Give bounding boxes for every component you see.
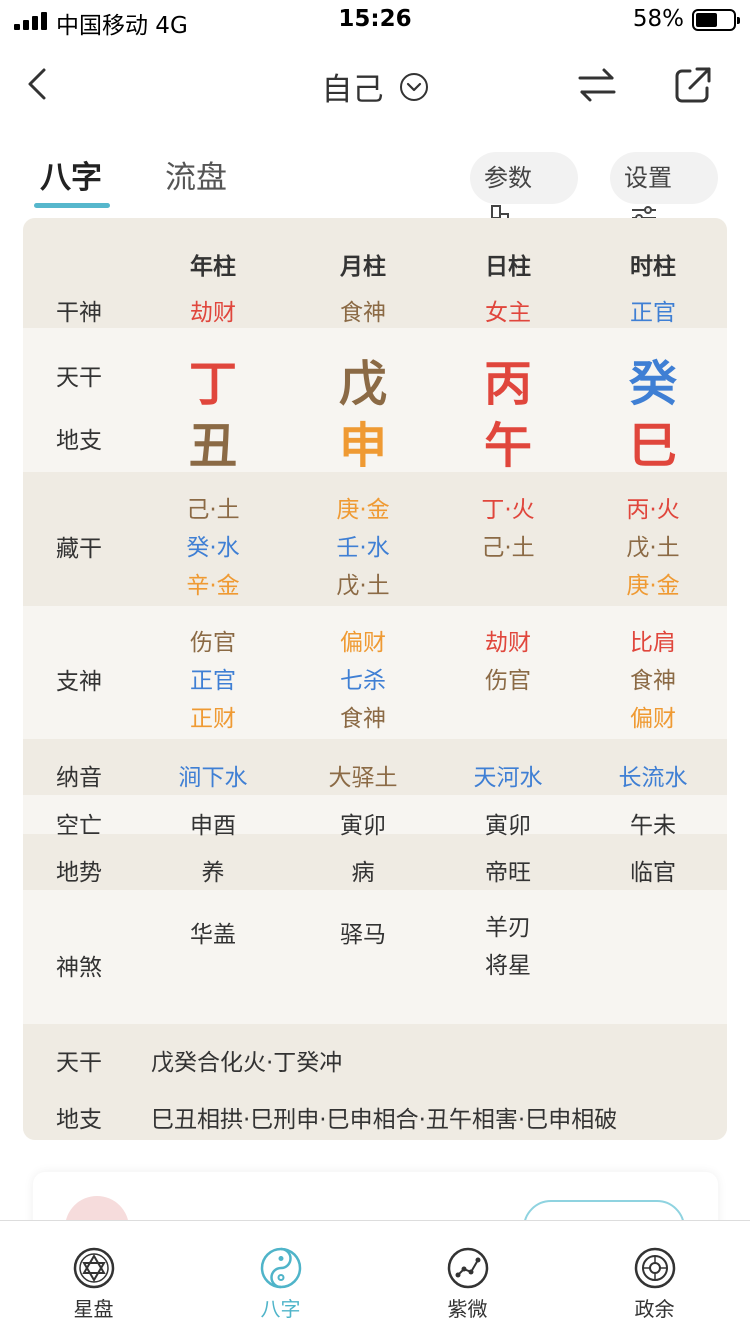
params-label: 参数 <box>484 164 532 192</box>
bottom-tab-bar: 星盘 八字 紫微 政余 <box>0 1220 750 1334</box>
zhishen-cell: 劫财 <box>485 630 531 656</box>
top-tabs: 八字 流盘 参数 设置 <box>0 140 750 231</box>
row-label-zanggan: 藏干 <box>56 536 102 562</box>
zhishen-cell: 伤官 <box>190 630 236 656</box>
bottom-tab-xingpan[interactable]: 星盘 <box>0 1221 187 1334</box>
status-bar: 中国移动 4G 15:26 58% <box>0 0 750 40</box>
bottom-tab-label: 紫微 <box>447 1297 488 1321</box>
shensha-cell: 华盖 <box>190 922 236 948</box>
kongwang-cell: 寅卯 <box>485 813 531 839</box>
column-header: 日柱 <box>485 254 531 280</box>
tiangan-cell: 癸 <box>628 356 677 412</box>
dishi-cell: 病 <box>351 860 375 886</box>
relation-label-dizhi: 地支 <box>56 1107 102 1133</box>
zhishen-cell: 正官 <box>190 668 236 694</box>
bottom-tab-bazi[interactable]: 八字 <box>187 1221 374 1334</box>
switch-arrows-icon[interactable] <box>578 67 616 103</box>
zhishen-cell: 伤官 <box>485 668 531 694</box>
dizhi-cell: 午 <box>483 418 532 474</box>
dishi-cell: 帝旺 <box>485 860 531 886</box>
dishi-cell: 养 <box>201 860 225 886</box>
zanggan-cell: 辛·金 <box>186 573 240 599</box>
column-header: 月柱 <box>340 254 386 280</box>
column-header: 年柱 <box>190 254 236 280</box>
zhishen-cell: 偏财 <box>630 706 676 732</box>
battery-icon <box>692 9 740 31</box>
dizhi-cell: 巳 <box>628 418 677 474</box>
column-header: 时柱 <box>630 254 676 280</box>
params-button[interactable]: 参数 <box>470 152 578 231</box>
zanggan-cell: 壬·水 <box>336 535 390 561</box>
kongwang-cell: 午未 <box>630 813 676 839</box>
bottom-tab-zhengyu[interactable]: 政余 <box>561 1221 748 1334</box>
zanggan-cell: 丙·火 <box>626 497 680 523</box>
share-icon[interactable] <box>674 66 712 104</box>
tab-liupan[interactable]: 流盘 <box>165 152 227 197</box>
ganshen-cell: 食神 <box>340 300 386 326</box>
ganshen-cell: 正官 <box>630 300 676 326</box>
zhishen-cell: 正财 <box>190 706 236 732</box>
ganshen-cell: 女主 <box>485 300 531 326</box>
bottom-tab-ziwei[interactable]: 紫微 <box>374 1221 561 1334</box>
row-label-dizhi: 地支 <box>56 428 102 454</box>
shensha-cell: 羊刃 <box>485 915 531 941</box>
nav-bar: 自己 <box>0 40 750 130</box>
zanggan-cell: 庚·金 <box>336 497 390 523</box>
shensha-cell: 驿马 <box>340 922 386 948</box>
active-tab-indicator <box>34 203 110 208</box>
dishi-cell: 临官 <box>630 860 676 886</box>
zanggan-cell: 丁·火 <box>481 497 535 523</box>
shensha-cell: 将星 <box>485 953 531 979</box>
profile-selector[interactable]: 自己 <box>0 64 750 109</box>
compass-wheel-icon <box>634 1247 676 1289</box>
zhishen-cell: 食神 <box>630 668 676 694</box>
tiangan-cell: 丙 <box>483 356 532 412</box>
zanggan-cell: 戊·土 <box>626 535 680 561</box>
row-label-tiangan: 天干 <box>56 365 102 391</box>
kongwang-cell: 寅卯 <box>340 813 386 839</box>
kongwang-cell: 申酉 <box>190 813 236 839</box>
zanggan-cell: 戊·土 <box>336 573 390 599</box>
zanggan-cell: 庚·金 <box>626 573 680 599</box>
bottom-tab-label: 政余 <box>634 1297 675 1321</box>
page-title: 自己 <box>321 72 384 108</box>
zanggan-cell: 癸·水 <box>186 535 240 561</box>
row-label-dishi: 地势 <box>56 860 102 886</box>
row-label-nayin: 纳音 <box>56 765 102 791</box>
row-label-zhishen: 支神 <box>56 669 102 695</box>
bazi-chart: 年柱 月柱 日柱 时柱 干神 劫财 食神 女主 正官 天干 丁 戊 丙 癸 地支… <box>23 218 727 1140</box>
row-label-shensha: 神煞 <box>56 955 102 981</box>
zhishen-cell: 七杀 <box>340 668 386 694</box>
zanggan-cell: 己·土 <box>186 497 240 523</box>
zhishen-cell: 食神 <box>340 706 386 732</box>
tiangan-cell: 丁 <box>188 356 237 412</box>
dizhi-cell: 丑 <box>188 418 237 474</box>
yin-yang-icon <box>260 1247 302 1289</box>
relation-text-dizhi: 巳丑相拱·巳刑申·巳申相合·丑午相害·巳申相破 <box>151 1107 618 1133</box>
relation-label-tiangan: 天干 <box>56 1050 102 1076</box>
star-of-david-icon <box>73 1247 115 1289</box>
bottom-tab-label: 八字 <box>260 1297 301 1321</box>
tab-bazi[interactable]: 八字 <box>40 152 102 197</box>
relation-text-tiangan: 戊癸合化火·丁癸冲 <box>151 1050 343 1076</box>
tiangan-cell: 戊 <box>338 356 387 412</box>
battery-percent: 58% <box>632 6 684 32</box>
nayin-cell: 大驿土 <box>328 765 398 791</box>
settings-label: 设置 <box>624 164 672 192</box>
dizhi-cell: 申 <box>338 418 387 474</box>
bottom-tab-label: 星盘 <box>73 1297 114 1321</box>
settings-button[interactable]: 设置 <box>610 152 718 230</box>
zhishen-cell: 比肩 <box>630 630 676 656</box>
ganshen-cell: 劫财 <box>190 300 236 326</box>
nayin-cell: 天河水 <box>473 765 543 791</box>
zanggan-cell: 己·土 <box>481 535 535 561</box>
row-label-ganshen: 干神 <box>56 300 102 326</box>
constellation-icon <box>447 1247 489 1289</box>
chevron-down-circle-icon <box>399 72 428 101</box>
nayin-cell: 长流水 <box>618 765 688 791</box>
zhishen-cell: 偏财 <box>340 630 386 656</box>
nayin-cell: 涧下水 <box>178 765 248 791</box>
row-label-kongwang: 空亡 <box>56 813 102 839</box>
